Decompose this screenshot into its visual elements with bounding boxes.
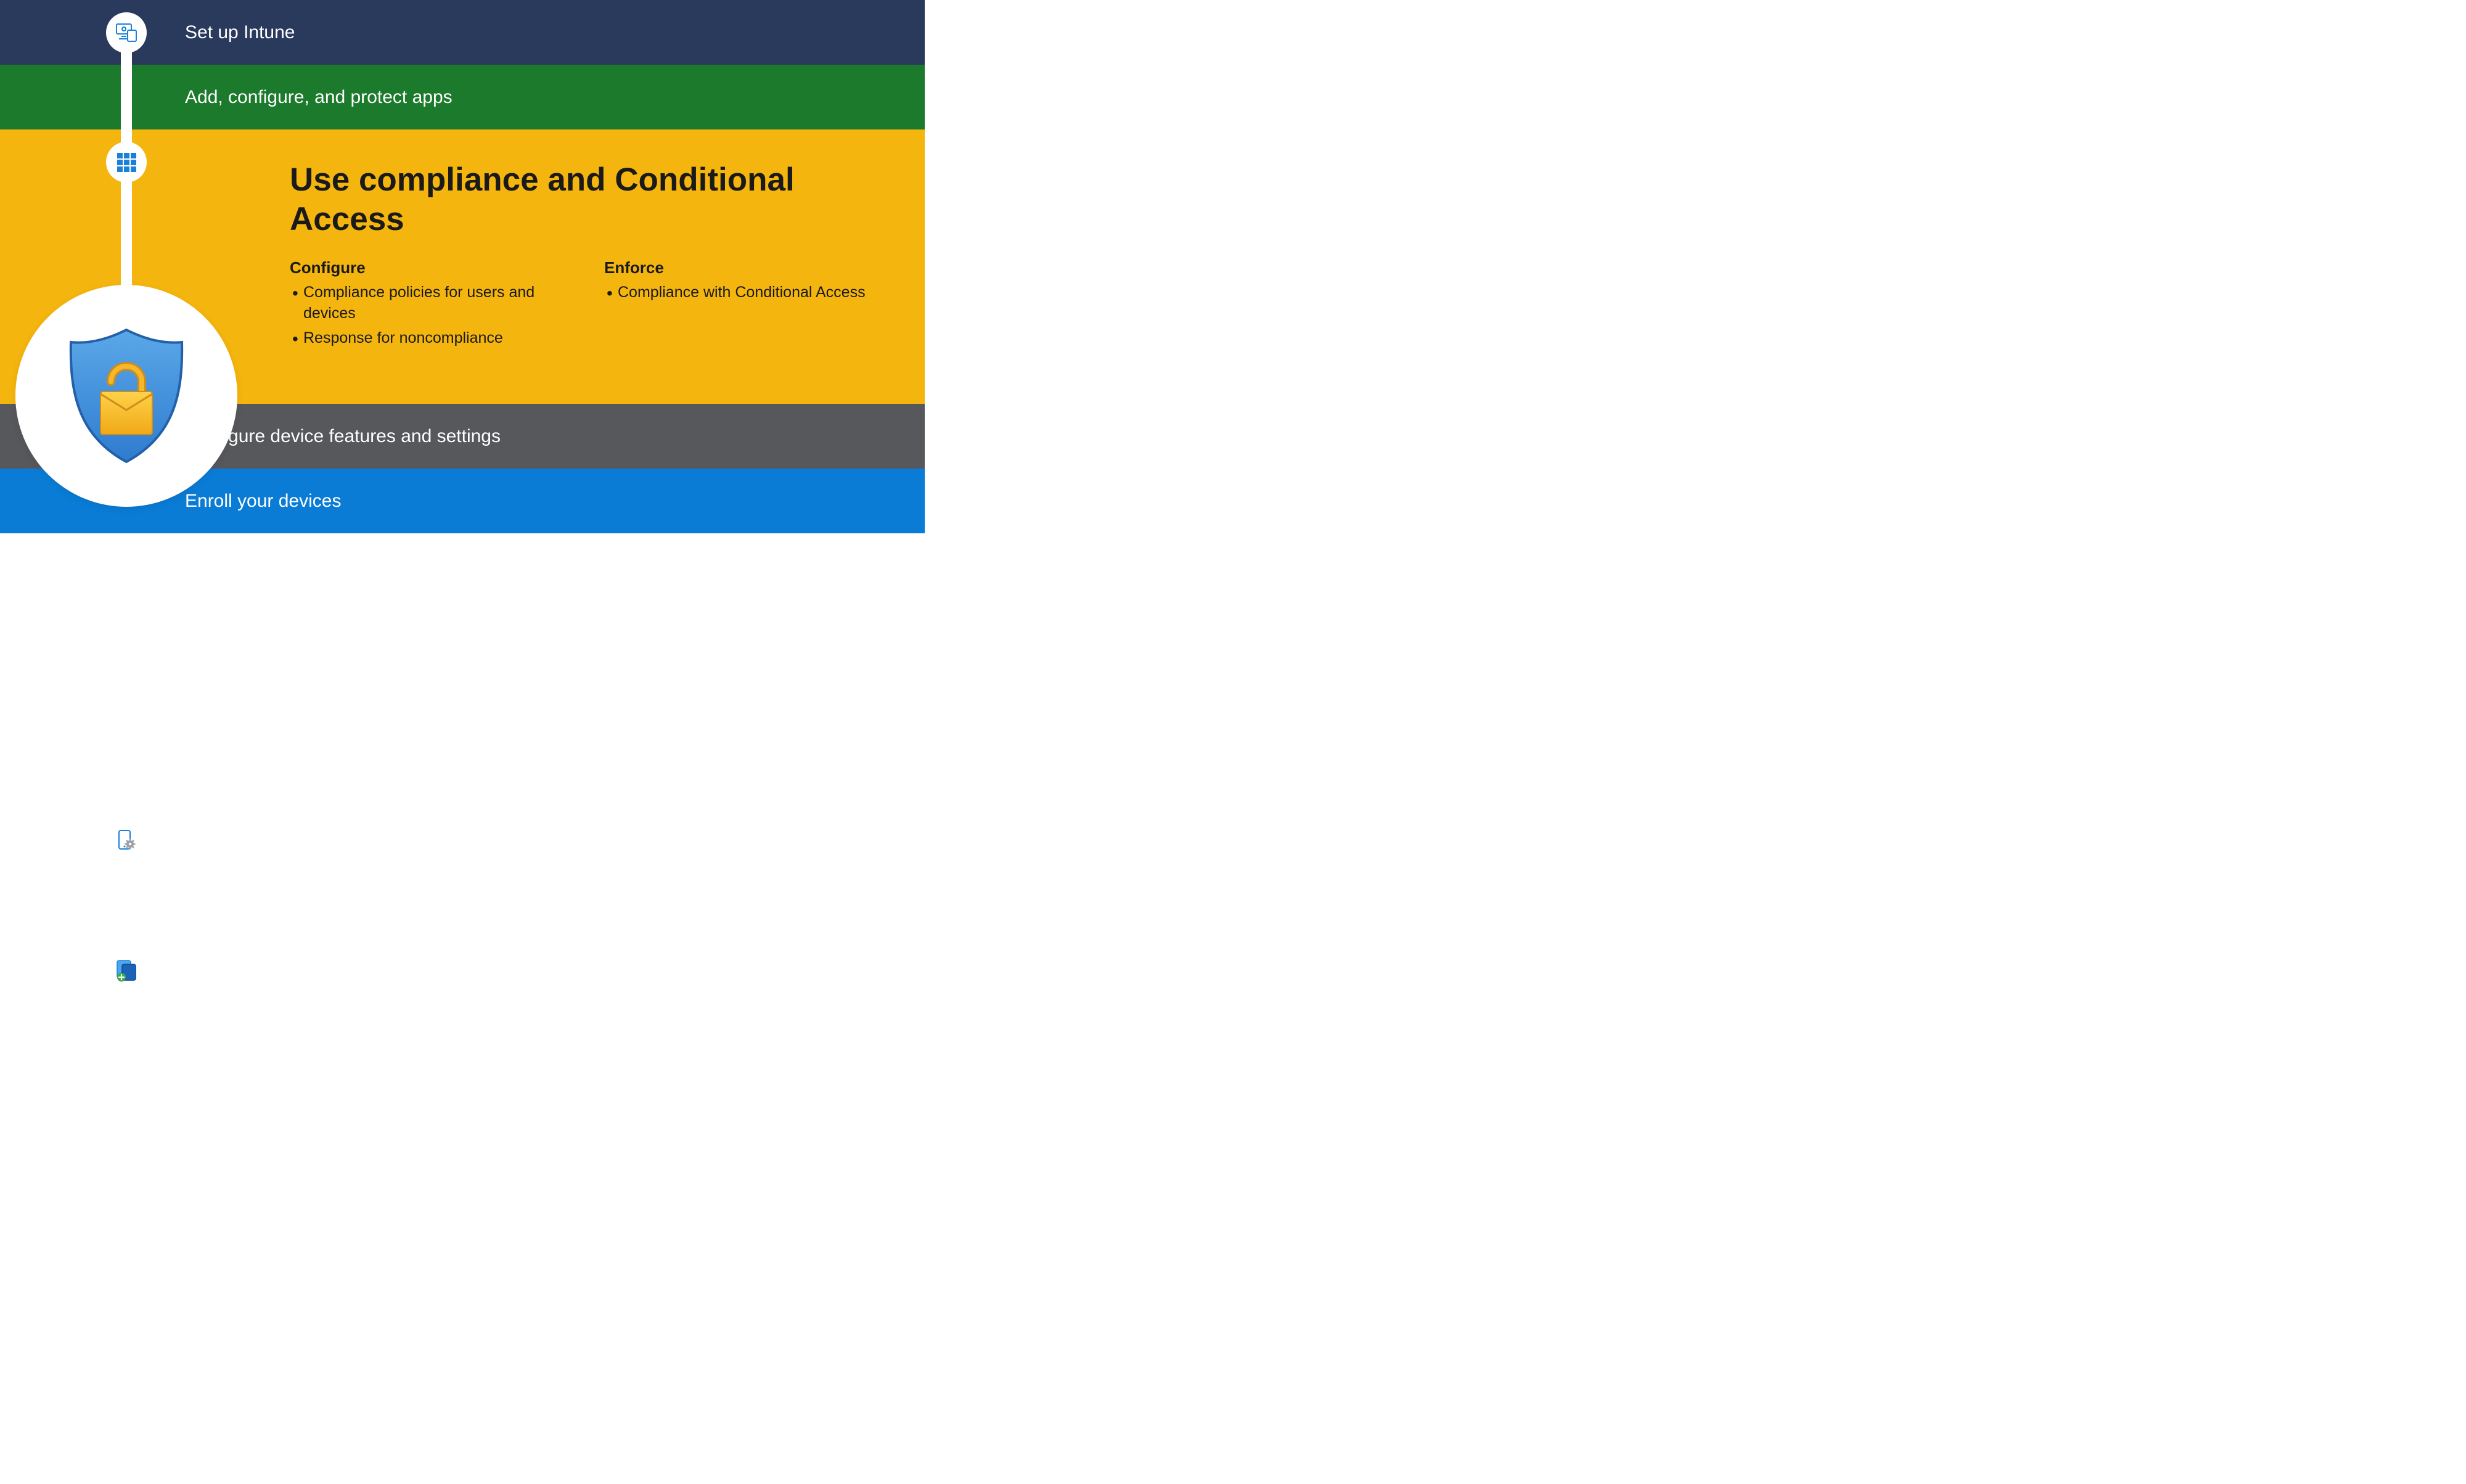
configure-title: Configure xyxy=(290,258,580,277)
enforce-column: Enforce Compliance with Conditional Acce… xyxy=(604,258,894,352)
configure-column: Configure Compliance policies for users … xyxy=(290,258,580,352)
intune-steps-diagram: Set up Intune Add, configure, and protec… xyxy=(0,0,925,533)
step-3-columns: Configure Compliance policies for users … xyxy=(290,258,894,352)
step-2-node xyxy=(106,142,147,182)
step-3-node xyxy=(15,285,237,507)
step-3-content: Use compliance and Conditional Access Co… xyxy=(185,160,925,352)
step-1-label: Set up Intune xyxy=(185,22,295,43)
step-5-label: Enroll your devices xyxy=(185,491,341,512)
configure-item-2: Response for noncompliance xyxy=(290,328,580,349)
step-1-node xyxy=(106,12,147,53)
step-2-band: Add, configure, and protect apps xyxy=(0,65,925,129)
step-1-band: Set up Intune xyxy=(0,0,925,65)
apps-icon xyxy=(115,151,137,173)
enforce-item-1: Compliance with Conditional Access xyxy=(604,282,894,303)
step-5-node xyxy=(106,949,147,990)
configure-item-1: Compliance policies for users and device… xyxy=(290,282,580,324)
step-4-node xyxy=(106,820,147,861)
shield-lock-icon xyxy=(65,325,188,467)
monitor-icon xyxy=(114,20,139,45)
enroll-icon xyxy=(113,957,139,983)
enforce-title: Enforce xyxy=(604,258,894,277)
step-3-title: Use compliance and Conditional Access xyxy=(290,160,894,239)
device-gear-icon xyxy=(114,828,139,853)
step-2-label: Add, configure, and protect apps xyxy=(185,87,453,108)
